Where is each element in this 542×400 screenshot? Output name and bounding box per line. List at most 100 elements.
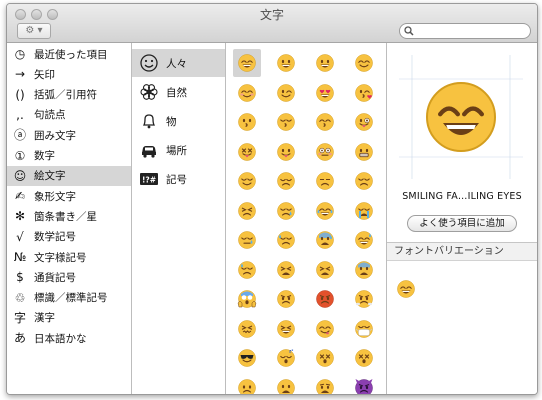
category-label: 数学記号 — [34, 231, 76, 244]
add-to-favorites-button[interactable]: よく使う項目に追加 — [407, 215, 517, 232]
category-item[interactable]: ,. 句読点 — [7, 105, 131, 125]
emoji-cell-smile[interactable] — [350, 49, 378, 77]
kissing-icon — [238, 113, 256, 131]
emoji-cell-heart-eyes[interactable] — [311, 79, 339, 107]
category-item[interactable]: ✍ 象形文字 — [7, 186, 131, 206]
svg-text:!?#: !?# — [142, 176, 156, 185]
category-item[interactable]: ⓐ 囲み文字 — [7, 125, 131, 145]
font-variation-header: フォントバリエーション — [387, 243, 537, 261]
category-icon: № — [13, 250, 27, 264]
category-label: 標識／標準記号 — [34, 292, 108, 305]
category-item[interactable]: $ 通貨記号 — [7, 267, 131, 287]
subcategory-item[interactable]: 自然 — [132, 78, 225, 106]
emoji-cell-weary[interactable] — [272, 256, 300, 284]
emoji-cell-astonished[interactable] — [350, 344, 378, 372]
smiley-icon — [140, 54, 158, 72]
category-label: 通貨記号 — [34, 271, 76, 284]
emoji-cell-smile-open-eyes[interactable] — [233, 49, 261, 77]
sleeping-icon: zz — [277, 348, 295, 367]
category-item[interactable]: № 文字様記号 — [7, 247, 131, 267]
category-item[interactable]: ♲ 標識／標準記号 — [7, 288, 131, 308]
relieved-icon — [238, 172, 256, 190]
emoji-cell-kissing[interactable] — [233, 108, 261, 136]
emoji-cell-fearful[interactable] — [350, 256, 378, 284]
sweat-icon — [238, 260, 256, 279]
category-item[interactable]: () 括弧／引用符 — [7, 85, 131, 105]
emoji-cell-unamused[interactable] — [311, 167, 339, 195]
font-variation-item[interactable] — [396, 279, 416, 299]
emoji-cell-imp[interactable] — [350, 374, 378, 394]
category-label: 最近使った項目 — [34, 48, 108, 61]
fearful-icon — [355, 260, 373, 279]
sweat-smile-icon — [355, 231, 373, 249]
yum-icon — [316, 319, 334, 338]
emoji-cell-persevere[interactable] — [233, 197, 261, 225]
category-icon: ♲ — [14, 290, 26, 305]
emoji-cell-mask[interactable] — [350, 315, 378, 343]
emoji-cell-sweat-smile[interactable] — [350, 226, 378, 254]
subcategory-item[interactable]: 人々 — [132, 49, 225, 77]
emoji-cell-anguished[interactable] — [311, 374, 339, 394]
emoji-cell-wink[interactable] — [272, 79, 300, 107]
category-item[interactable]: 字漢字 — [7, 308, 131, 328]
emoji-cell-dizzy[interactable] — [311, 344, 339, 372]
emoji-cell-sob[interactable] — [350, 197, 378, 225]
emoji-cell-sunglasses[interactable] — [233, 344, 261, 372]
emoji-cell-frowning[interactable] — [272, 374, 300, 394]
gear-menu-button[interactable]: ⚙ ▾ — [17, 23, 51, 39]
emoji-cell-kissing-heart[interactable] — [350, 79, 378, 107]
emoji-cell-pensive[interactable] — [272, 167, 300, 195]
preview-smile-open-eyes-icon — [426, 82, 496, 152]
category-item[interactable]: √ 数学記号 — [7, 227, 131, 247]
search-field[interactable] — [399, 23, 531, 39]
category-item[interactable]: ① 数字 — [7, 146, 131, 166]
emoji-cell-triumph[interactable] — [350, 285, 378, 313]
emoji-cell-scream[interactable] — [233, 285, 261, 313]
category-item[interactable]: あ日本語かな — [7, 328, 131, 348]
category-item[interactable]: ☺ 絵文字 — [7, 165, 131, 186]
emoji-cell-kissing-smiling[interactable] — [311, 108, 339, 136]
subcategory-item[interactable]: !?# 記号 — [132, 165, 225, 193]
category-icon: ,. — [16, 107, 24, 122]
emoji-cell-yum[interactable] — [311, 315, 339, 343]
emoji-cell-sweat[interactable] — [233, 256, 261, 284]
emoji-cell-tongue[interactable] — [272, 138, 300, 166]
emoji-cell-disappointed-relieved[interactable] — [272, 226, 300, 254]
emoji-cell-smiley[interactable] — [311, 49, 339, 77]
category-icon: 字 — [13, 310, 26, 325]
emoji-cell-blush[interactable] — [233, 79, 261, 107]
emoji-cell-tongue-wink[interactable] — [350, 108, 378, 136]
emoji-cell-grimacing[interactable] — [350, 138, 378, 166]
emoji-cell-rage[interactable] — [311, 285, 339, 313]
grin-icon — [277, 54, 295, 72]
emoji-cell-joy[interactable] — [311, 197, 339, 225]
emoji-cell-cold-sweat[interactable] — [311, 226, 339, 254]
car-icon — [142, 146, 156, 158]
emoji-cell-kissing-closed[interactable] — [272, 108, 300, 136]
emoji-cell-relieved[interactable] — [233, 167, 261, 195]
flushed-icon — [316, 142, 334, 161]
subcategory-item[interactable]: 場所 — [132, 136, 225, 164]
emoji-cell-sleeping[interactable]: zz — [272, 344, 300, 372]
emoji-cell-confounded[interactable] — [233, 315, 261, 343]
category-icon: √ — [16, 229, 24, 244]
emoji-cell-cry[interactable] — [272, 197, 300, 225]
emoji-cell-tired[interactable] — [311, 256, 339, 284]
joy-icon — [316, 201, 334, 220]
emoji-cell-disappointed[interactable] — [350, 167, 378, 195]
subcategory-item[interactable]: 物 — [132, 107, 225, 135]
category-item[interactable]: → 矢印 — [7, 64, 131, 84]
emoji-cell-sleepy[interactable] — [233, 226, 261, 254]
emoji-cell-worried[interactable] — [233, 374, 261, 394]
character-preview — [399, 55, 523, 179]
category-item[interactable]: ✻ 箇条書き／星 — [7, 206, 131, 226]
emoji-cell-flushed[interactable] — [311, 138, 339, 166]
emoji-cell-laughing[interactable] — [272, 315, 300, 343]
category-item[interactable]: ◷ 最近使った項目 — [7, 44, 131, 64]
title-bar: 文字 ⚙ ▾ — [7, 4, 537, 43]
emoji-cell-tongue-closed[interactable] — [233, 138, 261, 166]
category-label: 漢字 — [34, 312, 55, 325]
emoji-cell-angry[interactable] — [272, 285, 300, 313]
emoji-cell-grin[interactable] — [272, 49, 300, 77]
category-label: 絵文字 — [34, 170, 66, 183]
